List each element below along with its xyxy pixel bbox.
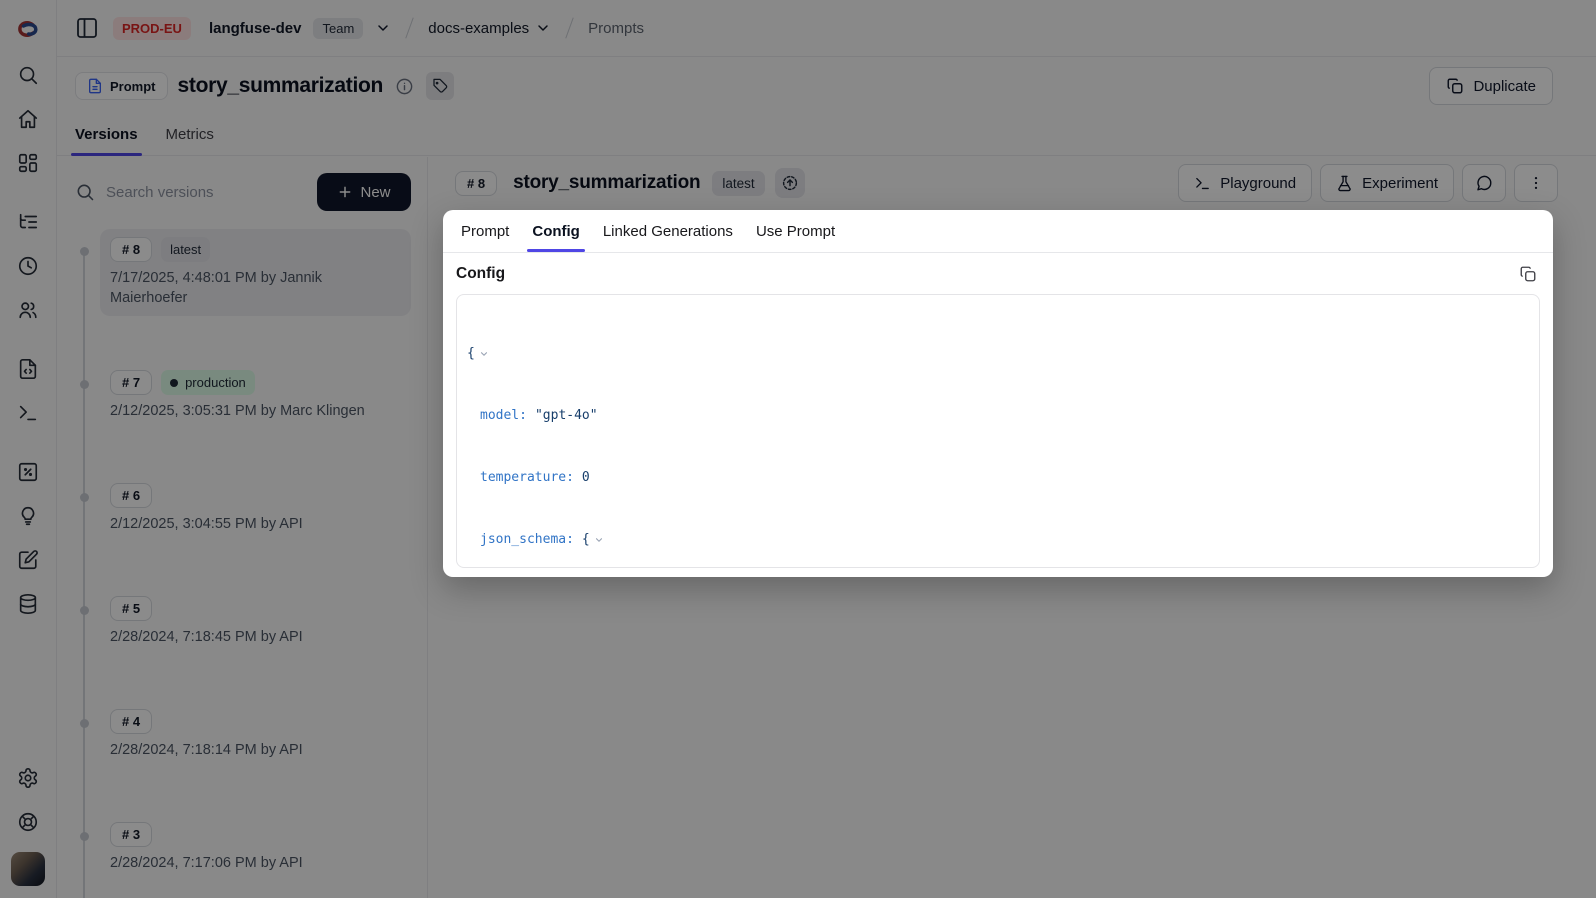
json-line: temperature:0 (467, 468, 1529, 489)
collapse-chevron-icon[interactable] (479, 349, 489, 359)
tab-prompt[interactable]: Prompt (459, 223, 511, 252)
detail-tabs: Prompt Config Linked Generations Use Pro… (443, 210, 1553, 253)
copy-icon (1519, 265, 1537, 283)
tab-use-prompt[interactable]: Use Prompt (754, 223, 837, 252)
json-line: model:"gpt-4o" (467, 406, 1529, 427)
copy-config-button[interactable] (1519, 265, 1537, 283)
tab-config[interactable]: Config (530, 223, 581, 252)
config-json-viewer[interactable]: { model:"gpt-4o" temperature:0 json_sche… (456, 294, 1540, 568)
json-line: json_schema:{ (467, 530, 1529, 551)
prompt-detail-card: Prompt Config Linked Generations Use Pro… (443, 210, 1553, 577)
config-heading: Config (456, 265, 505, 283)
json-line: { (467, 344, 1529, 365)
tab-linked-generations[interactable]: Linked Generations (601, 223, 735, 252)
collapse-chevron-icon[interactable] (594, 535, 604, 545)
app-window: PROD-EU langfuse-dev Team docs-examples … (0, 0, 1596, 898)
